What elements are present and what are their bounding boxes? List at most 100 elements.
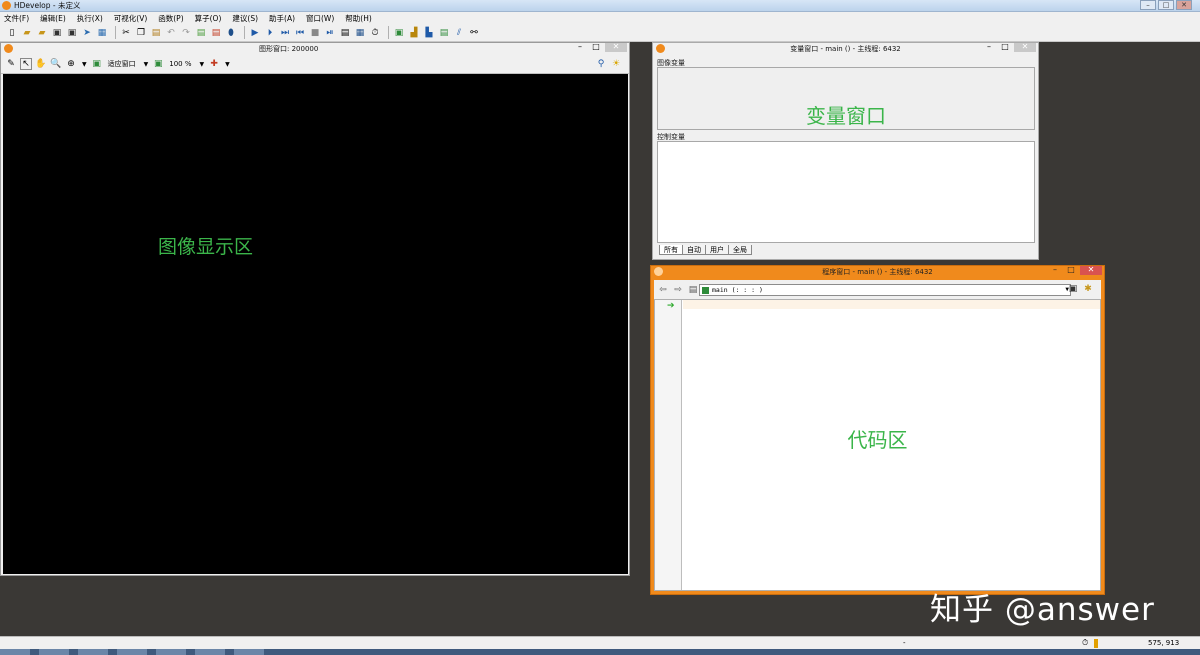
save-all-icon[interactable]: ▣	[66, 27, 78, 39]
save-icon[interactable]: ▣	[51, 27, 63, 39]
chevron-down-icon[interactable]: ▼	[82, 61, 87, 68]
maximize-button[interactable]: □	[1158, 0, 1174, 10]
run-icon[interactable]: ▶	[249, 27, 261, 39]
library-icon[interactable]: ▦	[96, 27, 108, 39]
close-button[interactable]: ✕	[1014, 43, 1036, 52]
tab-user[interactable]: 用户	[705, 245, 729, 255]
lightbulb-icon[interactable]: ☀	[610, 58, 622, 70]
minimize-button[interactable]: –	[982, 43, 996, 52]
image-acquisition-icon[interactable]: ▣	[393, 27, 405, 39]
toolbar-separator	[244, 26, 245, 39]
reset-procedure-icon[interactable]: ▤	[339, 27, 351, 39]
zoom-percent-value[interactable]: 100 %	[169, 60, 191, 68]
menu-assistants[interactable]: 助手(A)	[269, 13, 295, 24]
activate-line-icon[interactable]: ▤	[195, 27, 207, 39]
pixel-info-icon[interactable]: ⚲	[595, 58, 607, 70]
procedure-icon	[702, 287, 709, 294]
close-button[interactable]: ✕	[605, 43, 627, 52]
inspect-icon[interactable]: ▤	[438, 27, 450, 39]
chevron-down-icon[interactable]: ▼	[144, 61, 149, 68]
ocr-icon[interactable]: ⚯	[468, 27, 480, 39]
chevron-down-icon[interactable]: ▼	[200, 61, 205, 68]
feature-histogram-icon[interactable]: ▙	[423, 27, 435, 39]
close-button[interactable]: ✕	[1176, 0, 1192, 10]
close-button[interactable]: ✕	[1080, 266, 1102, 275]
graphics-window: 图形窗口: 200000 – □ ✕ ✎ ↖ ✋ 🔍 ⊕ ▼ ▣ 适应窗口 ▼ …	[0, 42, 630, 576]
stopwatch-icon[interactable]: ⏱	[369, 27, 381, 39]
undo-icon[interactable]: ↶	[165, 27, 177, 39]
taskbar-item[interactable]	[195, 649, 225, 655]
image-variables-panel[interactable]: 变量窗口	[657, 67, 1035, 130]
forward-arrow-icon[interactable]: ⇨	[672, 284, 684, 296]
fit-window-icon[interactable]: ▣	[91, 58, 103, 70]
gray-histogram-icon[interactable]: ▟	[408, 27, 420, 39]
menu-visualization[interactable]: 可视化(V)	[114, 13, 147, 24]
procedure-selector[interactable]: main (: : : ) ▼	[699, 284, 1071, 296]
magnifier-icon[interactable]: 🔍	[50, 58, 62, 70]
menu-edit[interactable]: 编辑(E)	[40, 13, 66, 24]
menu-operators[interactable]: 算子(O)	[195, 13, 222, 24]
taskbar-item[interactable]	[39, 649, 69, 655]
pan-hand-icon[interactable]: ✋	[35, 58, 47, 70]
os-taskbar	[0, 649, 1200, 655]
zoom-icon[interactable]: ⊕	[65, 58, 77, 70]
maximize-button[interactable]: □	[589, 43, 603, 52]
redo-icon[interactable]: ↷	[180, 27, 192, 39]
taskbar-item[interactable]	[0, 649, 30, 655]
procedure-icon[interactable]: ▤	[687, 284, 699, 296]
profiler-icon[interactable]: ▦	[354, 27, 366, 39]
minimize-button[interactable]: –	[1140, 0, 1156, 10]
copy-icon[interactable]: ❐	[135, 27, 147, 39]
variable-window-header: 变量窗口 - main () - 主线程: 6432 – □ ✕	[653, 43, 1038, 54]
cursor-coordinates: 575, 913	[1148, 639, 1180, 647]
line-profile-icon[interactable]: ⫽	[453, 27, 465, 39]
menu-suggestions[interactable]: 建议(S)	[232, 13, 258, 24]
minimize-button[interactable]: –	[1048, 266, 1062, 275]
zoom-mode-label[interactable]: 适应窗口	[108, 59, 136, 69]
color-tools-icon[interactable]: ✚	[208, 58, 220, 70]
find-icon[interactable]: ⬮	[225, 27, 237, 39]
taskbar-item[interactable]	[117, 649, 147, 655]
taskbar-item[interactable]	[78, 649, 108, 655]
deactivate-line-icon[interactable]: ▤	[210, 27, 222, 39]
control-variables-panel[interactable]	[657, 141, 1035, 243]
reset-program-icon[interactable]: ⏯	[324, 27, 336, 39]
tab-all[interactable]: 所有	[659, 245, 683, 255]
chevron-down-icon[interactable]: ▼	[225, 61, 230, 68]
minimize-button[interactable]: –	[573, 43, 587, 52]
menu-bar: 文件(F) 编辑(E) 执行(X) 可视化(V) 函数(P) 算子(O) 建议(…	[0, 12, 1200, 24]
code-editor[interactable]: ➔ 代码区	[654, 299, 1101, 591]
step-out-icon[interactable]: ⏮	[294, 27, 306, 39]
open-example-icon[interactable]: ▰	[36, 27, 48, 39]
maximize-button[interactable]: □	[1064, 266, 1078, 275]
step-into-icon[interactable]: ⏭	[279, 27, 291, 39]
export-icon[interactable]: ➤	[81, 27, 93, 39]
maximize-button[interactable]: □	[998, 43, 1012, 52]
variable-window: 变量窗口 - main () - 主线程: 6432 – □ ✕ 图像变量 变量…	[652, 42, 1039, 260]
taskbar-item[interactable]	[156, 649, 186, 655]
current-code-line[interactable]	[683, 300, 1100, 309]
edit-settings-icon[interactable]: ✎	[5, 58, 17, 70]
procedure-settings-icon[interactable]: ✱	[1082, 283, 1094, 295]
menu-execute[interactable]: 执行(X)	[77, 13, 103, 24]
cut-icon[interactable]: ✂	[120, 27, 132, 39]
zoom-percent-icon[interactable]: ▣	[152, 58, 164, 70]
image-display-canvas[interactable]: 图像显示区	[3, 74, 628, 574]
menu-file[interactable]: 文件(F)	[4, 13, 29, 24]
toolbar-separator	[115, 26, 116, 39]
menu-window[interactable]: 窗口(W)	[306, 13, 334, 24]
image-display-annotation: 图像显示区	[158, 236, 254, 258]
open-file-icon[interactable]: ▰	[21, 27, 33, 39]
taskbar-item[interactable]	[234, 649, 264, 655]
new-file-icon[interactable]: ▯	[6, 27, 18, 39]
pointer-icon[interactable]: ↖	[20, 58, 32, 70]
step-over-icon[interactable]: ⏵	[264, 27, 276, 39]
menu-procedures[interactable]: 函数(P)	[158, 13, 183, 24]
stop-icon[interactable]: ■	[309, 27, 321, 39]
tab-global[interactable]: 全局	[728, 245, 752, 255]
tab-auto[interactable]: 自动	[682, 245, 706, 255]
edit-procedure-icon[interactable]: ▣	[1067, 283, 1079, 295]
menu-help[interactable]: 帮助(H)	[345, 13, 372, 24]
paste-icon[interactable]: ▤	[150, 27, 162, 39]
back-arrow-icon[interactable]: ⇦	[657, 284, 669, 296]
